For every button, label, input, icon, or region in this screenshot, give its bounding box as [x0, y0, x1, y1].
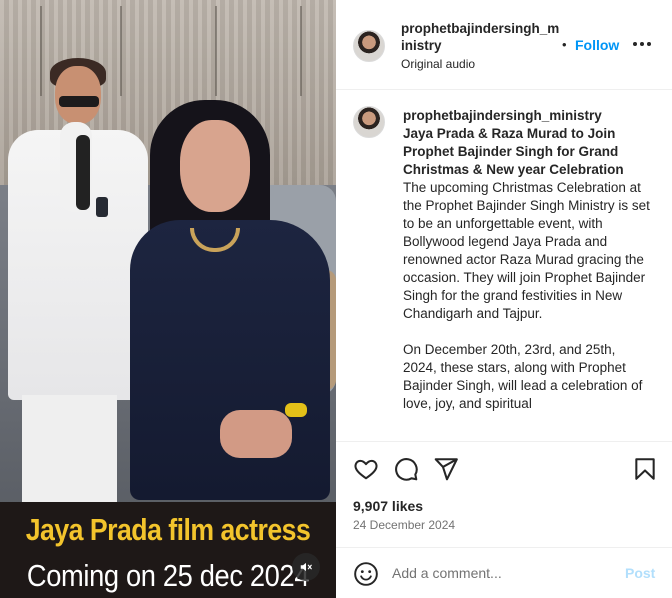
more-options-icon-dot — [647, 42, 651, 46]
post-details-panel: prophetbajindersingh_ministry • Follow O… — [336, 0, 672, 598]
post-author-username[interactable]: prophetbajindersingh_ministry — [401, 20, 561, 54]
original-audio-link[interactable]: Original audio — [401, 57, 475, 71]
post-caption: prophetbajindersingh_ministry Jaya Prada… — [403, 107, 651, 413]
mute-button[interactable] — [292, 553, 320, 581]
post-date[interactable]: 24 December 2024 — [353, 518, 455, 532]
woman-face — [180, 120, 250, 212]
post-media[interactable]: Jaya Prada film actress Coming on 25 dec… — [0, 0, 336, 598]
curtain-pattern — [120, 6, 122, 96]
follow-button[interactable]: Follow — [575, 37, 619, 53]
comment-input[interactable] — [392, 562, 612, 584]
comment-icon — [395, 458, 418, 481]
video-caption-subtitle: Coming on 25 dec 2024 — [26, 558, 310, 593]
caption-paragraph-2: On December 20th, 23rd, and 25th, 2024, … — [403, 342, 643, 411]
post-caption-scroll[interactable]: prophetbajindersingh_ministry Jaya Prada… — [336, 91, 672, 441]
more-options-icon-dot — [640, 42, 644, 46]
caption-paragraph-1: The upcoming Christmas Celebration at th… — [403, 180, 650, 321]
comment-button[interactable] — [393, 456, 419, 482]
woman-hands — [220, 410, 292, 458]
woman-figure — [130, 220, 330, 500]
post-comment-button[interactable]: Post — [625, 565, 655, 581]
post-header: prophetbajindersingh_ministry • Follow O… — [336, 0, 672, 90]
share-icon — [434, 458, 458, 481]
profile-avatar[interactable] — [353, 30, 385, 62]
curtain-pattern — [300, 6, 302, 96]
caption-username[interactable]: prophetbajindersingh_ministry — [403, 107, 651, 125]
man-sunglasses — [59, 96, 99, 107]
emoji-icon — [354, 562, 378, 586]
separator-dot: • — [562, 37, 567, 52]
man-legs — [22, 395, 117, 505]
curtain-pattern — [40, 6, 42, 96]
comment-bar: Post — [336, 547, 672, 598]
more-options-button[interactable] — [633, 42, 651, 48]
share-button[interactable] — [433, 456, 459, 482]
wristwatch — [96, 197, 108, 217]
like-button[interactable] — [353, 456, 379, 482]
video-caption-title: Jaya Prada film actress — [25, 512, 311, 547]
speaker-muted-icon — [300, 562, 312, 572]
more-options-icon — [633, 42, 637, 46]
likes-count[interactable]: 9,907 likes — [353, 498, 423, 514]
save-button[interactable] — [632, 456, 658, 482]
heart-icon — [354, 459, 378, 480]
curtain-pattern — [215, 6, 217, 96]
microphone — [76, 135, 90, 210]
emoji-button[interactable] — [353, 561, 379, 587]
man-head — [55, 66, 101, 124]
caption-avatar[interactable] — [353, 106, 385, 138]
bracelet — [285, 403, 307, 417]
caption-headline: Jaya Prada & Raza Murad to Join Prophet … — [403, 126, 624, 177]
bookmark-icon — [635, 458, 655, 480]
